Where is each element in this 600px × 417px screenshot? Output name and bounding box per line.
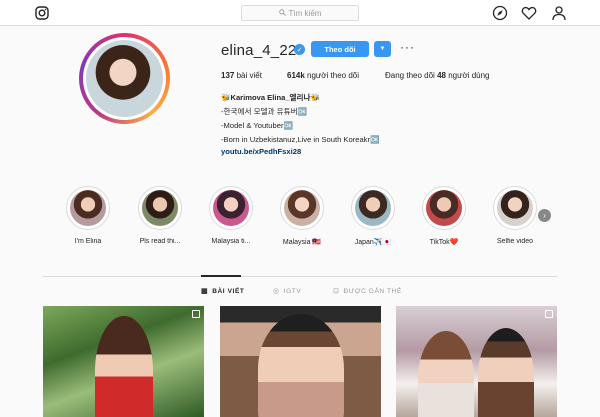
explore-compass-icon[interactable] bbox=[492, 5, 508, 21]
highlight-cover bbox=[138, 186, 182, 230]
story-highlight[interactable]: TikTok❤️ bbox=[419, 186, 469, 246]
tabs-divider bbox=[43, 276, 557, 277]
profile-username: elina_4_22 bbox=[221, 42, 297, 59]
posts-count: 137 bbox=[221, 71, 235, 80]
highlight-label: Japan✈️🇯🇵 bbox=[354, 239, 392, 246]
heart-icon[interactable] bbox=[521, 5, 537, 21]
grid-icon: ▦ bbox=[201, 288, 209, 295]
followers-label: người theo dõi bbox=[307, 71, 359, 80]
following-prefix: Đang theo dõi bbox=[385, 71, 435, 80]
follow-button[interactable]: Theo dõi bbox=[311, 41, 369, 57]
highlight-label: Malaysia ti... bbox=[211, 238, 251, 245]
highlight-label: TikTok❤️ bbox=[429, 239, 459, 246]
followers-count-stat[interactable]: 614k người theo dõi bbox=[287, 71, 359, 80]
bio-line-birthplace: -Born in Uzbekistanuz,Live in South Kore… bbox=[221, 135, 380, 144]
avatar[interactable] bbox=[83, 37, 166, 120]
story-highlight[interactable]: Pls read thi... bbox=[135, 186, 185, 245]
story-highlight[interactable]: I'm Elina bbox=[63, 186, 113, 245]
highlight-cover bbox=[351, 186, 395, 230]
tab-igtv[interactable]: ◎ IGTV bbox=[273, 287, 302, 296]
tab-posts[interactable]: ▦ BÀI VIẾT bbox=[201, 287, 245, 296]
highlight-cover bbox=[493, 186, 537, 230]
chevron-right-icon: › bbox=[543, 211, 546, 220]
highlights-next-button[interactable]: › bbox=[538, 209, 551, 222]
following-count: 48 bbox=[437, 71, 446, 80]
posts-count-stat: 137 bài viết bbox=[221, 71, 262, 80]
user-icon[interactable] bbox=[551, 5, 567, 21]
tab-posts-label: BÀI VIẾT bbox=[212, 287, 245, 295]
search-placeholder: Tìm kiếm bbox=[288, 8, 322, 18]
highlight-cover bbox=[209, 186, 253, 230]
tagged-user-icon: ⊡ bbox=[333, 288, 340, 295]
more-options-button[interactable]: ··· bbox=[400, 41, 415, 53]
following-label: người dùng bbox=[448, 71, 490, 80]
post-thumbnail[interactable] bbox=[43, 306, 204, 417]
tab-tagged-label: ĐƯỢC GẮN THẺ bbox=[343, 287, 402, 295]
instagram-logo-icon[interactable] bbox=[35, 6, 49, 20]
highlight-label: Malaysia 🇲🇾 bbox=[282, 239, 322, 246]
post-thumbnail[interactable] bbox=[220, 306, 381, 417]
story-highlight[interactable]: Japan✈️🇯🇵 bbox=[348, 186, 398, 246]
multiple-photos-icon bbox=[192, 310, 200, 318]
tab-igtv-label: IGTV bbox=[283, 287, 302, 295]
highlight-cover bbox=[280, 186, 324, 230]
bio-website-link[interactable]: youtu.be/xPedhFsxi28 bbox=[221, 147, 301, 157]
bio-full-name: 🐝Karimova Elina_엘리나🐝 bbox=[221, 93, 320, 102]
story-highlight[interactable]: Malaysia ti... bbox=[206, 186, 256, 245]
igtv-icon: ◎ bbox=[273, 288, 280, 295]
followers-count: 614k bbox=[287, 71, 305, 80]
post-thumbnail[interactable] bbox=[396, 306, 557, 417]
story-highlight[interactable]: Selfie video bbox=[490, 186, 540, 245]
highlight-cover bbox=[422, 186, 466, 230]
suggestions-dropdown-button[interactable]: ▼ bbox=[374, 41, 391, 57]
highlight-cover bbox=[66, 186, 110, 230]
highlight-label: Selfie video bbox=[496, 238, 534, 245]
posts-label: bài viết bbox=[236, 71, 262, 80]
verified-badge-icon: ✓ bbox=[294, 44, 305, 55]
search-input[interactable]: Tìm kiếm bbox=[241, 5, 359, 21]
story-highlight[interactable]: Malaysia 🇲🇾 bbox=[277, 186, 327, 246]
profile-avatar-ring[interactable] bbox=[79, 33, 170, 124]
chevron-down-icon: ▼ bbox=[379, 46, 386, 52]
following-count-stat[interactable]: Đang theo dõi 48 người dùng bbox=[385, 71, 490, 80]
bio-line-english: -Model & Youtuber🆗 bbox=[221, 121, 293, 130]
top-navigation-bar: Tìm kiếm bbox=[0, 0, 600, 26]
highlight-label: Pls read thi... bbox=[139, 238, 181, 245]
search-icon bbox=[278, 8, 286, 18]
bio-line-korean: -한국에서 모델과 유튜버🆗 bbox=[221, 107, 308, 116]
multiple-photos-icon bbox=[545, 310, 553, 318]
tab-tagged[interactable]: ⊡ ĐƯỢC GẮN THẺ bbox=[333, 287, 402, 296]
active-tab-indicator bbox=[201, 275, 241, 277]
highlight-label: I'm Elina bbox=[74, 238, 102, 245]
